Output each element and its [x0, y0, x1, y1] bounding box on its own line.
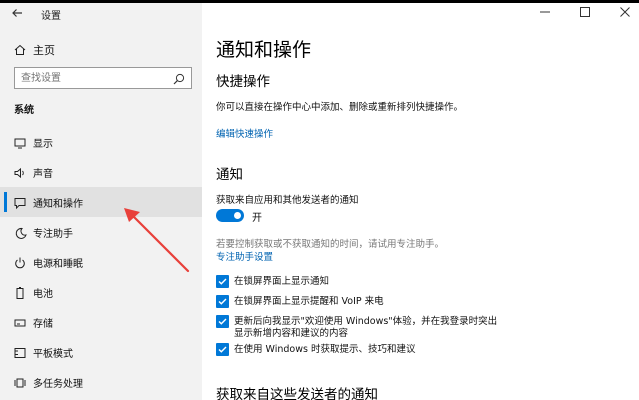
quick-actions-heading: 快捷操作 — [216, 74, 270, 90]
annotation-arrow — [124, 208, 190, 273]
sidebar-item-label: 专注助手 — [33, 229, 73, 240]
search-box[interactable] — [14, 67, 192, 89]
section-label: 系统 — [14, 105, 34, 116]
sidebar: 设置 主页 系统 显示 声音 — [0, 3, 202, 400]
tablet-icon — [13, 345, 27, 359]
sidebar-item-storage[interactable]: 存储 — [0, 307, 202, 337]
sidebar-item-tablet-mode[interactable]: 平板模式 — [0, 337, 202, 367]
power-icon — [13, 255, 27, 269]
main-panel: 通知和操作 快捷操作 你可以直接在操作中心中添加、删除或重新排列快捷操作。 编辑… — [202, 3, 639, 400]
display-icon — [13, 135, 27, 149]
checkbox-label: 在锁屏界面上显示提醒和 VoIP 来电 — [234, 296, 384, 307]
edit-quick-actions-link[interactable]: 编辑快速操作 — [216, 126, 273, 140]
sidebar-item-home[interactable]: 主页 — [0, 39, 202, 61]
search-input[interactable] — [21, 71, 171, 85]
checkbox-checked[interactable] — [216, 343, 229, 356]
sound-icon — [13, 165, 27, 179]
sidebar-item-label: 存储 — [33, 319, 53, 330]
sidebar-item-label: 显示 — [33, 139, 53, 150]
checkbox-label-line2: 显示新增内容和建议的内容 — [234, 328, 349, 339]
multitask-icon — [13, 375, 27, 389]
sidebar-item-label: 声音 — [33, 169, 53, 180]
maximize-icon[interactable] — [577, 6, 593, 22]
checkbox-checked[interactable] — [216, 295, 229, 308]
search-icon[interactable] — [172, 71, 186, 85]
minimize-icon[interactable] — [537, 6, 553, 22]
window-controls — [529, 3, 639, 25]
sidebar-item-label: 电源和睡眠 — [33, 259, 83, 270]
title-bar: 设置 — [0, 3, 202, 25]
moon-icon — [13, 225, 27, 239]
sidebar-item-label: 通知和操作 — [33, 199, 83, 210]
page-title: 通知和操作 — [216, 39, 312, 61]
checkbox-label: 在使用 Windows 时获取提示、技巧和建议 — [234, 344, 416, 355]
focus-assist-settings-link[interactable]: 专注助手设置 — [216, 249, 273, 263]
sidebar-item-label: 多任务处理 — [33, 379, 83, 390]
sidebar-item-label: 电池 — [33, 289, 53, 300]
toggle-caption: 获取来自应用和其他发送者的通知 — [216, 195, 359, 206]
sidebar-item-label: 平板模式 — [33, 349, 73, 360]
back-arrow-icon[interactable] — [10, 6, 26, 22]
home-icon — [13, 42, 27, 56]
quick-actions-description: 你可以直接在操作中心中添加、删除或重新排列快捷操作。 — [216, 102, 464, 113]
senders-heading: 获取来自这些发送者的通知 — [216, 387, 378, 400]
sidebar-item-display[interactable]: 显示 — [0, 127, 202, 157]
sidebar-item-label: 主页 — [33, 44, 55, 57]
storage-icon — [13, 315, 27, 329]
notification-icon — [13, 195, 27, 210]
checkbox-checked[interactable] — [216, 275, 229, 288]
sidebar-item-sound[interactable]: 声音 — [0, 157, 202, 187]
selection-indicator — [4, 192, 7, 212]
battery-icon — [13, 285, 27, 299]
app-title: 设置 — [41, 11, 61, 22]
notifications-toggle[interactable] — [216, 209, 244, 222]
close-icon[interactable] — [617, 6, 633, 22]
notifications-heading: 通知 — [216, 167, 243, 183]
sidebar-item-battery[interactable]: 电池 — [0, 277, 202, 307]
toggle-knob — [234, 212, 241, 219]
checkbox-checked[interactable] — [216, 315, 229, 328]
focus-assist-hint: 若要控制获取或不获取通知的时间，请试用专注助手。 — [216, 239, 445, 250]
checkbox-label: 在锁屏界面上显示通知 — [234, 276, 330, 287]
toggle-state-label: 开 — [252, 213, 262, 224]
sidebar-item-multitasking[interactable]: 多任务处理 — [0, 367, 202, 397]
